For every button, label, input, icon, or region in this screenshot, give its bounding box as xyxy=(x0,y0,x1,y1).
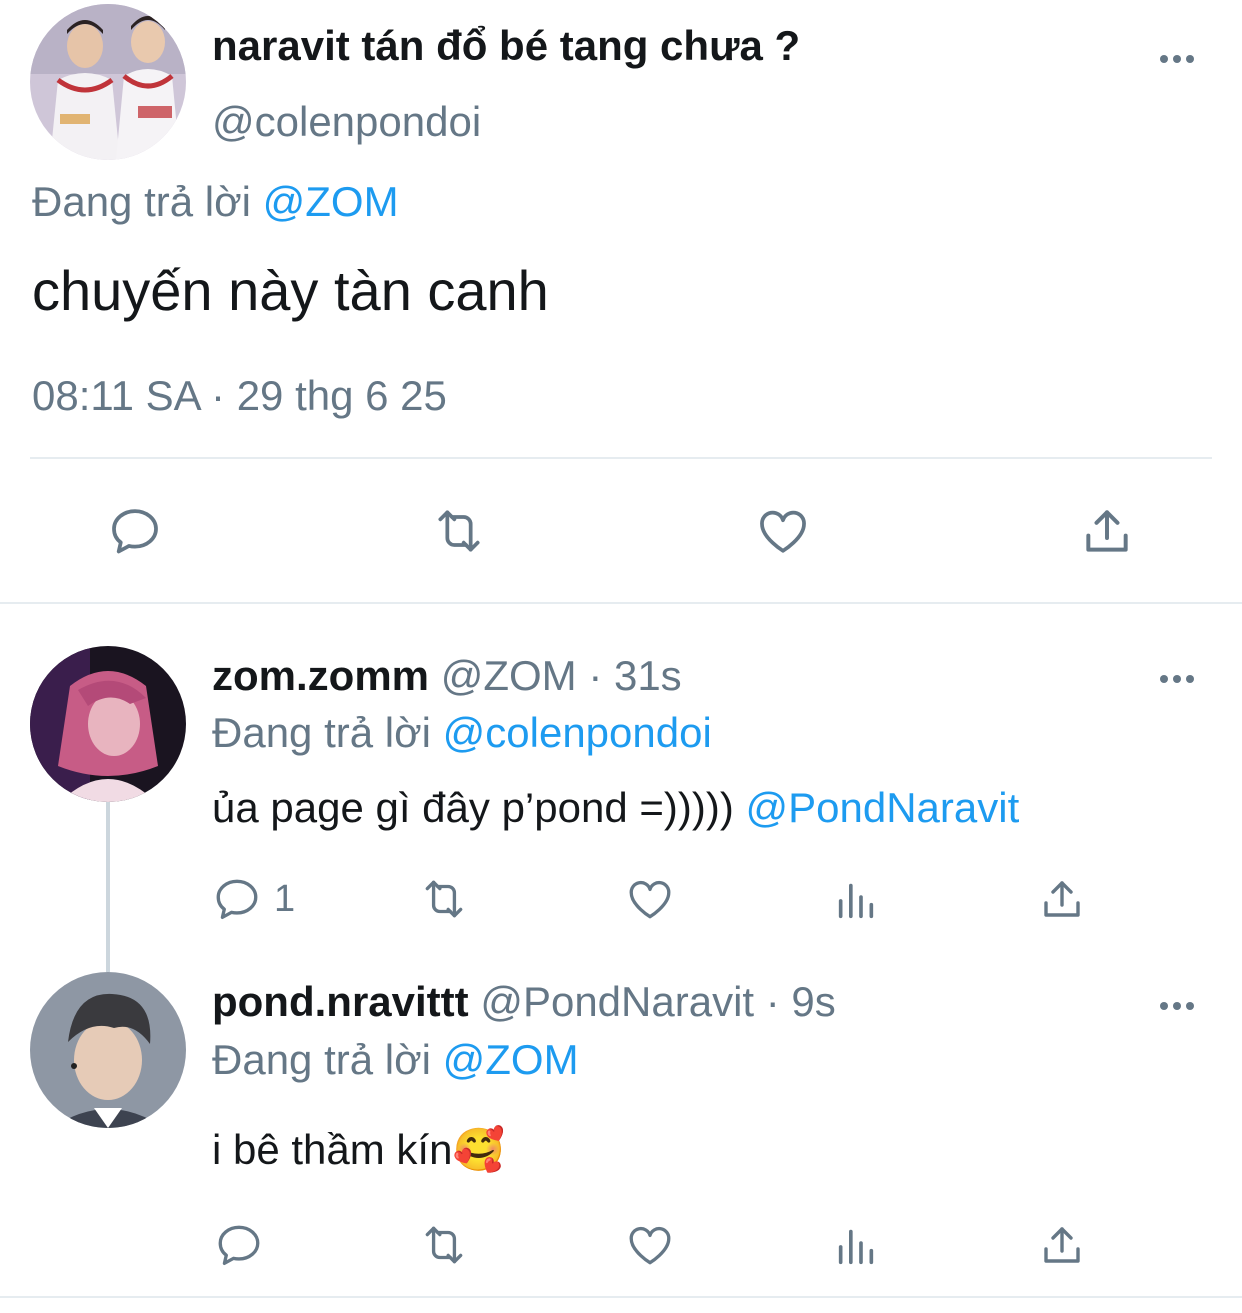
reply-prefix: Đang trả lời xyxy=(212,1036,431,1083)
author-name[interactable]: zom.zomm xyxy=(212,652,429,699)
tweet-timestamp[interactable]: 08:11 SA · 29 thg 6 25 xyxy=(32,370,447,422)
reply-text: i bê thầm kín🥰 xyxy=(212,1124,505,1176)
avatar[interactable] xyxy=(30,972,186,1128)
more-options-icon[interactable] xyxy=(1160,997,1199,1015)
avatar[interactable] xyxy=(30,646,186,802)
reply-button[interactable]: 1 xyxy=(212,872,295,926)
analytics-icon[interactable] xyxy=(830,872,882,926)
author-name[interactable]: pond.nravittt xyxy=(212,978,469,1025)
reply-to-mention[interactable]: @ZOM xyxy=(263,178,399,225)
reply-header: pond.nravittt @PondNaravit · 9s xyxy=(212,976,836,1028)
like-icon[interactable] xyxy=(622,872,678,926)
author-handle[interactable]: @colenpondoi xyxy=(212,96,481,148)
divider xyxy=(30,457,1212,459)
analytics-icon[interactable] xyxy=(830,1218,882,1272)
reply-context: Đang trả lời @ZOM xyxy=(32,176,399,228)
reply-icon xyxy=(212,874,262,924)
avatar[interactable] xyxy=(30,4,186,160)
author-handle[interactable]: @PondNaravit xyxy=(480,978,754,1025)
share-icon[interactable] xyxy=(1036,872,1088,926)
reply-to-mention[interactable]: @colenpondoi xyxy=(443,709,712,756)
reply-context: Đang trả lời @ZOM xyxy=(212,1034,579,1086)
author-name[interactable]: naravit tán đổ bé tang chưa ? xyxy=(212,20,800,72)
divider xyxy=(0,1296,1242,1298)
reply-time[interactable]: · 9s xyxy=(766,978,836,1025)
reply-text: ủa page gì đây p’pond =))))) @PondNaravi… xyxy=(212,782,1019,834)
reply-icon[interactable] xyxy=(104,500,166,562)
reply-body: ủa page gì đây p’pond =))))) xyxy=(212,784,734,831)
reply-to-mention[interactable]: @ZOM xyxy=(443,1036,579,1083)
share-icon[interactable] xyxy=(1076,500,1138,562)
more-options-icon[interactable] xyxy=(1160,670,1199,688)
reply-count: 1 xyxy=(274,877,296,920)
reply-context: Đang trả lời @colenpondoi xyxy=(212,707,712,759)
retweet-icon[interactable] xyxy=(426,500,492,562)
retweet-icon[interactable] xyxy=(414,1218,474,1272)
retweet-icon[interactable] xyxy=(414,872,474,926)
author-handle[interactable]: @ZOM xyxy=(441,652,577,699)
reply-icon[interactable] xyxy=(212,1218,266,1272)
mention-link[interactable]: @PondNaravit xyxy=(746,784,1020,831)
emoji: 🥰 xyxy=(452,1126,505,1173)
reply-time[interactable]: · 31s xyxy=(588,652,681,699)
share-icon[interactable] xyxy=(1036,1218,1088,1272)
like-icon[interactable] xyxy=(622,1218,678,1272)
tweet-text: chuyến này tàn canh xyxy=(32,259,549,322)
reply-prefix: Đang trả lời xyxy=(32,178,251,225)
more-options-icon[interactable] xyxy=(1160,50,1199,68)
divider xyxy=(0,602,1242,604)
reply-header: zom.zomm @ZOM · 31s xyxy=(212,650,682,702)
thread-line xyxy=(106,800,110,972)
like-icon[interactable] xyxy=(752,500,814,562)
reply-prefix: Đang trả lời xyxy=(212,709,431,756)
reply-body: i bê thầm kín xyxy=(212,1126,453,1173)
